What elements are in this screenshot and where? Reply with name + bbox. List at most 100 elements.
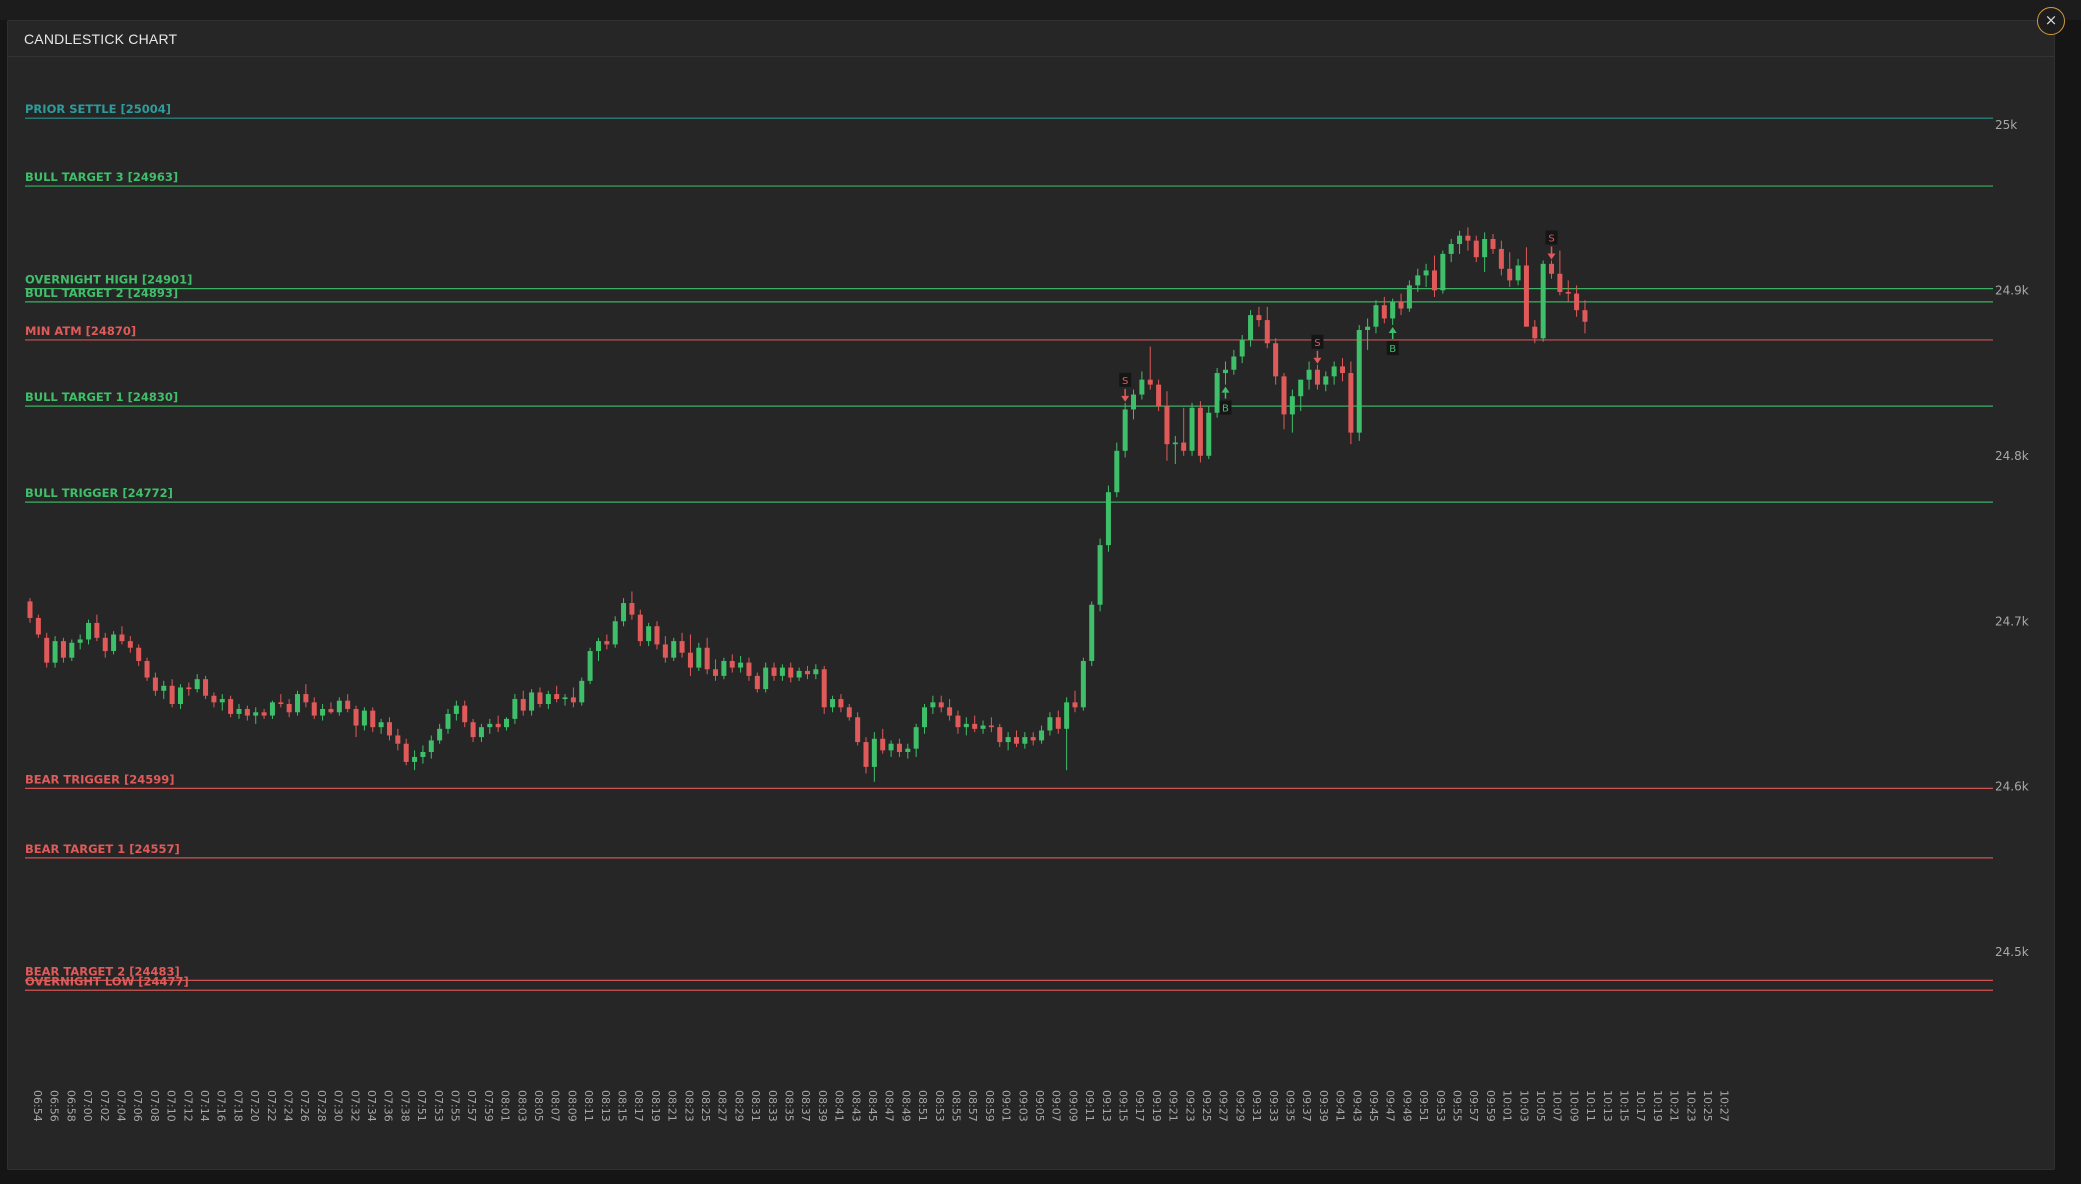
- bear-candle: [746, 662, 752, 676]
- bear-candle: [1523, 265, 1529, 327]
- bull-candle: [1039, 730, 1045, 741]
- bull-candle: [295, 694, 301, 713]
- x-tick-label: 10:19: [1651, 1090, 1664, 1122]
- bull-candle: [1206, 412, 1212, 456]
- bear-candle: [386, 722, 392, 736]
- y-tick-label: 24.6k: [1995, 780, 2029, 794]
- x-tick-label: 09:13: [1100, 1090, 1113, 1122]
- bear-candle: [1281, 376, 1287, 415]
- x-tick-label: 08:13: [599, 1090, 612, 1122]
- bull-candle: [913, 727, 919, 749]
- bull-candle: [763, 667, 769, 690]
- bull-candle: [378, 722, 384, 728]
- bear-candle: [846, 707, 852, 718]
- buy-arrow-head: [1221, 386, 1230, 393]
- x-tick-label: 09:57: [1467, 1090, 1480, 1122]
- bear-candle: [370, 710, 376, 728]
- x-tick-label: 08:31: [749, 1090, 762, 1122]
- bull-candle: [69, 642, 75, 658]
- x-tick-label: 09:19: [1150, 1090, 1163, 1122]
- x-tick-label: 07:10: [165, 1090, 178, 1122]
- x-tick-label: 10:27: [1718, 1090, 1731, 1122]
- bear-candle: [863, 742, 869, 767]
- bear-candle: [1348, 373, 1354, 433]
- bull-candle: [587, 651, 593, 681]
- x-tick-label: 09:23: [1183, 1090, 1196, 1122]
- x-tick-label: 10:11: [1584, 1090, 1597, 1122]
- sell-signal-label: S: [1314, 338, 1320, 349]
- x-tick-label: 09:09: [1066, 1090, 1079, 1122]
- bear-candle: [286, 704, 292, 713]
- bull-candle: [111, 634, 117, 652]
- x-tick-label: 07:00: [81, 1090, 94, 1122]
- bear-candle: [687, 652, 693, 668]
- bull-candle: [562, 697, 568, 700]
- x-tick-label: 08:05: [532, 1090, 545, 1122]
- x-tick-label: 07:32: [348, 1090, 361, 1122]
- level-label: BULL TRIGGER [24772]: [25, 486, 173, 500]
- bull-candle: [177, 687, 183, 705]
- bear-candle: [1147, 379, 1153, 385]
- bull-candle: [478, 727, 484, 738]
- bull-candle: [1131, 394, 1137, 410]
- bear-candle: [1156, 384, 1162, 407]
- x-tick-label: 07:16: [215, 1090, 228, 1122]
- bull-candle: [796, 670, 802, 678]
- bear-candle: [403, 743, 409, 762]
- bull-candle: [336, 700, 342, 713]
- bull-candle: [1298, 379, 1304, 397]
- x-tick-label: 09:29: [1233, 1090, 1246, 1122]
- x-tick-label: 06:54: [31, 1090, 44, 1122]
- bear-candle: [1273, 343, 1279, 377]
- x-tick-label: 09:17: [1133, 1090, 1146, 1122]
- x-tick-label: 08:45: [866, 1090, 879, 1122]
- bull-candle: [905, 748, 911, 752]
- bear-candle: [1574, 293, 1580, 311]
- bull-candle: [77, 639, 83, 643]
- bull-candle: [1005, 737, 1011, 743]
- bull-candle: [86, 622, 92, 640]
- bull-candle: [1172, 442, 1178, 445]
- bear-candle: [1256, 315, 1262, 321]
- bear-candle: [804, 670, 810, 675]
- bear-candle: [662, 644, 668, 658]
- bear-candle: [604, 641, 610, 645]
- x-tick-label: 08:15: [616, 1090, 629, 1122]
- level-label: OVERNIGHT HIGH [24901]: [25, 273, 192, 287]
- x-tick-label: 08:51: [916, 1090, 929, 1122]
- buy-signal-label: B: [1222, 404, 1229, 415]
- level-label: BEAR TARGET 1 [24557]: [25, 842, 180, 856]
- x-tick-label: 09:03: [1016, 1090, 1029, 1122]
- bear-candle: [35, 617, 41, 635]
- sell-signal-label: S: [1122, 376, 1128, 387]
- x-tick-label: 09:41: [1334, 1090, 1347, 1122]
- buy-arrow-head: [1388, 327, 1397, 334]
- x-tick-label: 08:03: [515, 1090, 528, 1122]
- close-button[interactable]: ×: [2037, 7, 2065, 35]
- bull-candle: [1390, 301, 1396, 319]
- bull-candle: [512, 699, 518, 719]
- bear-candle: [211, 695, 217, 703]
- bear-candle: [169, 685, 175, 705]
- bull-candle: [1540, 263, 1546, 339]
- x-tick-label: 07:22: [265, 1090, 278, 1122]
- bull-candle: [1331, 366, 1337, 377]
- candlestick-chart: PRIOR SETTLE [25004] BULL TARGET 3 [24963…: [25, 102, 2029, 1122]
- bull-candle: [1064, 702, 1070, 729]
- x-tick-label: 09:15: [1117, 1090, 1130, 1122]
- bull-candle: [1139, 379, 1145, 395]
- x-tick-label: 10:03: [1517, 1090, 1530, 1122]
- bull-candle: [412, 756, 418, 762]
- bear-candle: [570, 697, 576, 703]
- x-tick-label: 08:59: [983, 1090, 996, 1122]
- level-label: BEAR TRIGGER [24599]: [25, 772, 174, 786]
- bull-candle: [930, 702, 936, 708]
- x-tick-label: 07:30: [332, 1090, 345, 1122]
- x-tick-label: 08:27: [716, 1090, 729, 1122]
- sell-arrow-head: [1121, 395, 1130, 402]
- bear-candle: [311, 702, 317, 716]
- x-tick-label: 09:05: [1033, 1090, 1046, 1122]
- bear-candle: [771, 667, 777, 676]
- bull-candle: [871, 738, 877, 767]
- bear-candle: [1557, 273, 1563, 292]
